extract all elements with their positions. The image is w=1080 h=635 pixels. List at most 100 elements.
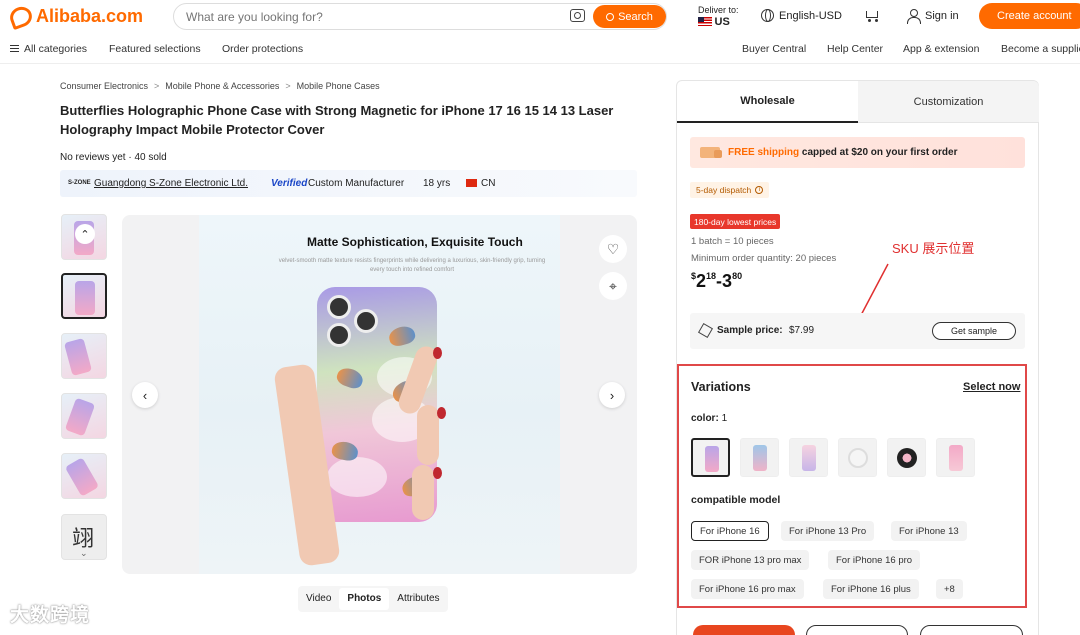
price-low-int: 2 <box>696 271 707 291</box>
logo-mark-icon <box>7 3 35 30</box>
media-tab-video[interactable]: Video <box>298 586 339 612</box>
language-currency-selector[interactable]: English-USD <box>761 9 842 22</box>
get-sample-button[interactable]: Get sample <box>932 322 1016 340</box>
supplier-name-link[interactable]: Guangdong S-Zone Electronic Ltd. <box>94 178 248 189</box>
thumbnail[interactable] <box>61 393 107 439</box>
add-to-cart-button[interactable] <box>806 625 908 635</box>
logo-text: Alibaba.com <box>36 6 144 26</box>
sign-in-label: Sign in <box>925 10 959 22</box>
next-image-arrow-icon[interactable]: › <box>599 382 625 408</box>
price-range: $218-380 <box>691 271 743 291</box>
hand-illustration <box>273 343 467 574</box>
nav-become-supplier[interactable]: Become a supplie <box>1001 43 1080 55</box>
cart-icon[interactable] <box>864 9 880 23</box>
thumbnail[interactable]: ⌃ <box>61 214 107 260</box>
secondary-nav: All categories Featured selections Order… <box>0 36 1080 64</box>
supplier-country: CN <box>481 178 496 189</box>
us-flag-icon <box>698 17 712 26</box>
image-subline: velvet-smooth matte texture resists fing… <box>278 258 546 273</box>
color-swatch[interactable] <box>887 438 926 477</box>
chat-now-button[interactable] <box>920 625 1023 635</box>
alibaba-logo[interactable]: Alibaba.com <box>7 3 144 30</box>
model-chip[interactable]: For iPhone 13 <box>891 521 967 541</box>
product-title: Butterflies Holographic Phone Case with … <box>60 103 614 137</box>
search-button-label: Search <box>618 10 653 23</box>
price-low-dec: 18 <box>706 271 717 281</box>
supplier-years: 18 yrs <box>423 178 451 189</box>
price-high-int: 3 <box>722 271 733 291</box>
language-currency-label: English-USD <box>779 9 842 22</box>
nav-featured-selections[interactable]: Featured selections <box>109 43 201 55</box>
thumbnail-selected[interactable] <box>61 273 107 319</box>
breadcrumb-item[interactable]: Consumer Electronics <box>60 81 148 91</box>
sku-annotation: SKU 展示位置 <box>892 241 975 256</box>
previous-image-arrow-icon[interactable]: ‹ <box>132 382 158 408</box>
deliver-to[interactable]: Deliver to: US <box>698 4 739 28</box>
top-header: Alibaba.com Search Deliver to: US Englis… <box>0 0 1080 34</box>
all-categories-menu[interactable]: All categories <box>10 43 87 55</box>
tab-customization[interactable]: Customization <box>858 81 1039 123</box>
free-shipping-banner: FREE shipping capped at $20 on your firs… <box>690 137 1025 168</box>
model-chip[interactable]: FOR iPhone 13 pro max <box>691 550 810 570</box>
media-tabs: Video Photos Attributes <box>298 586 448 612</box>
thumbnail[interactable] <box>61 333 107 379</box>
nav-buyer-central[interactable]: Buyer Central <box>742 43 806 55</box>
image-headline: Matte Sophistication, Exquisite Touch <box>307 235 523 249</box>
model-chip[interactable]: For iPhone 13 Pro <box>781 521 875 541</box>
color-swatch[interactable] <box>936 438 975 477</box>
search-icon <box>606 12 615 21</box>
cn-flag-icon <box>466 179 477 187</box>
media-tab-photos[interactable]: Photos <box>339 588 390 610</box>
variations-title: Variations <box>691 380 751 394</box>
model-chip[interactable]: For iPhone 16 plus <box>823 579 919 599</box>
thumbnail[interactable]: 翊 ⌄ <box>61 514 107 560</box>
start-order-button[interactable] <box>693 625 795 635</box>
chevron-down-icon[interactable]: ⌄ <box>80 548 88 559</box>
deliver-country: US <box>714 16 730 28</box>
breadcrumb-item[interactable]: Mobile Phone Cases <box>297 81 380 91</box>
shipping-box-icon <box>700 147 722 158</box>
free-shipping-label: FREE shipping <box>728 147 800 158</box>
media-tab-attributes[interactable]: Attributes <box>389 586 447 612</box>
model-chip[interactable]: For iPhone 16 pro <box>828 550 921 570</box>
sign-in-link[interactable]: Sign in <box>907 9 959 24</box>
sample-price-label: Sample price: <box>717 325 783 336</box>
more-models-chip[interactable]: +8 <box>936 579 963 599</box>
dispatch-text: 5-day dispatch <box>696 185 752 195</box>
model-chip-selected[interactable]: For iPhone 16 <box>691 521 769 541</box>
nav-order-protections[interactable]: Order protections <box>222 43 303 55</box>
favorite-heart-icon[interactable]: ♡ <box>599 235 627 263</box>
breadcrumb: Consumer Electronics > Mobile Phone & Acce… <box>60 81 380 91</box>
nav-app-extension[interactable]: App & extension <box>903 43 979 55</box>
search-input[interactable] <box>186 8 566 26</box>
compatible-model-label: compatible model <box>691 494 781 506</box>
color-swatch[interactable] <box>789 438 828 477</box>
search-button[interactable]: Search <box>593 5 666 28</box>
supplier-bar: S-ZONE Guangdong S-Zone Electronic Ltd. … <box>60 170 637 197</box>
color-swatch-selected[interactable] <box>691 438 730 477</box>
color-label-text: color: <box>691 413 719 424</box>
select-now-link[interactable]: Select now <box>963 381 1020 393</box>
chevron-right-icon: > <box>285 81 291 91</box>
color-count: 1 <box>721 413 728 424</box>
camera-search-icon[interactable] <box>570 9 585 22</box>
all-categories-label: All categories <box>24 43 88 55</box>
visual-search-icon[interactable]: ⌖ <box>599 272 627 300</box>
create-account-button[interactable]: Create account <box>979 3 1080 29</box>
watermark: 大数跨境 <box>10 605 91 626</box>
thumbnail[interactable] <box>61 453 107 499</box>
dispatch-badge: 5-day dispatch i <box>690 182 770 198</box>
model-chip[interactable]: For iPhone 16 pro max <box>691 579 804 599</box>
sample-box-icon <box>697 322 714 339</box>
supplier-type: Custom Manufacturer <box>308 178 405 189</box>
breadcrumb-item[interactable]: Mobile Phone & Accessories <box>165 81 279 91</box>
reviews-sold: No reviews yet · 40 sold <box>60 152 167 163</box>
tab-wholesale[interactable]: Wholesale <box>677 81 858 123</box>
color-label: color: 1 <box>691 413 727 424</box>
lowest-price-badge: 180-day lowest prices <box>690 214 781 229</box>
nav-help-center[interactable]: Help Center <box>827 43 883 55</box>
color-swatch[interactable] <box>838 438 877 477</box>
info-icon[interactable]: i <box>755 186 764 194</box>
color-swatch[interactable] <box>740 438 779 477</box>
chevron-up-icon[interactable]: ⌃ <box>75 224 95 244</box>
